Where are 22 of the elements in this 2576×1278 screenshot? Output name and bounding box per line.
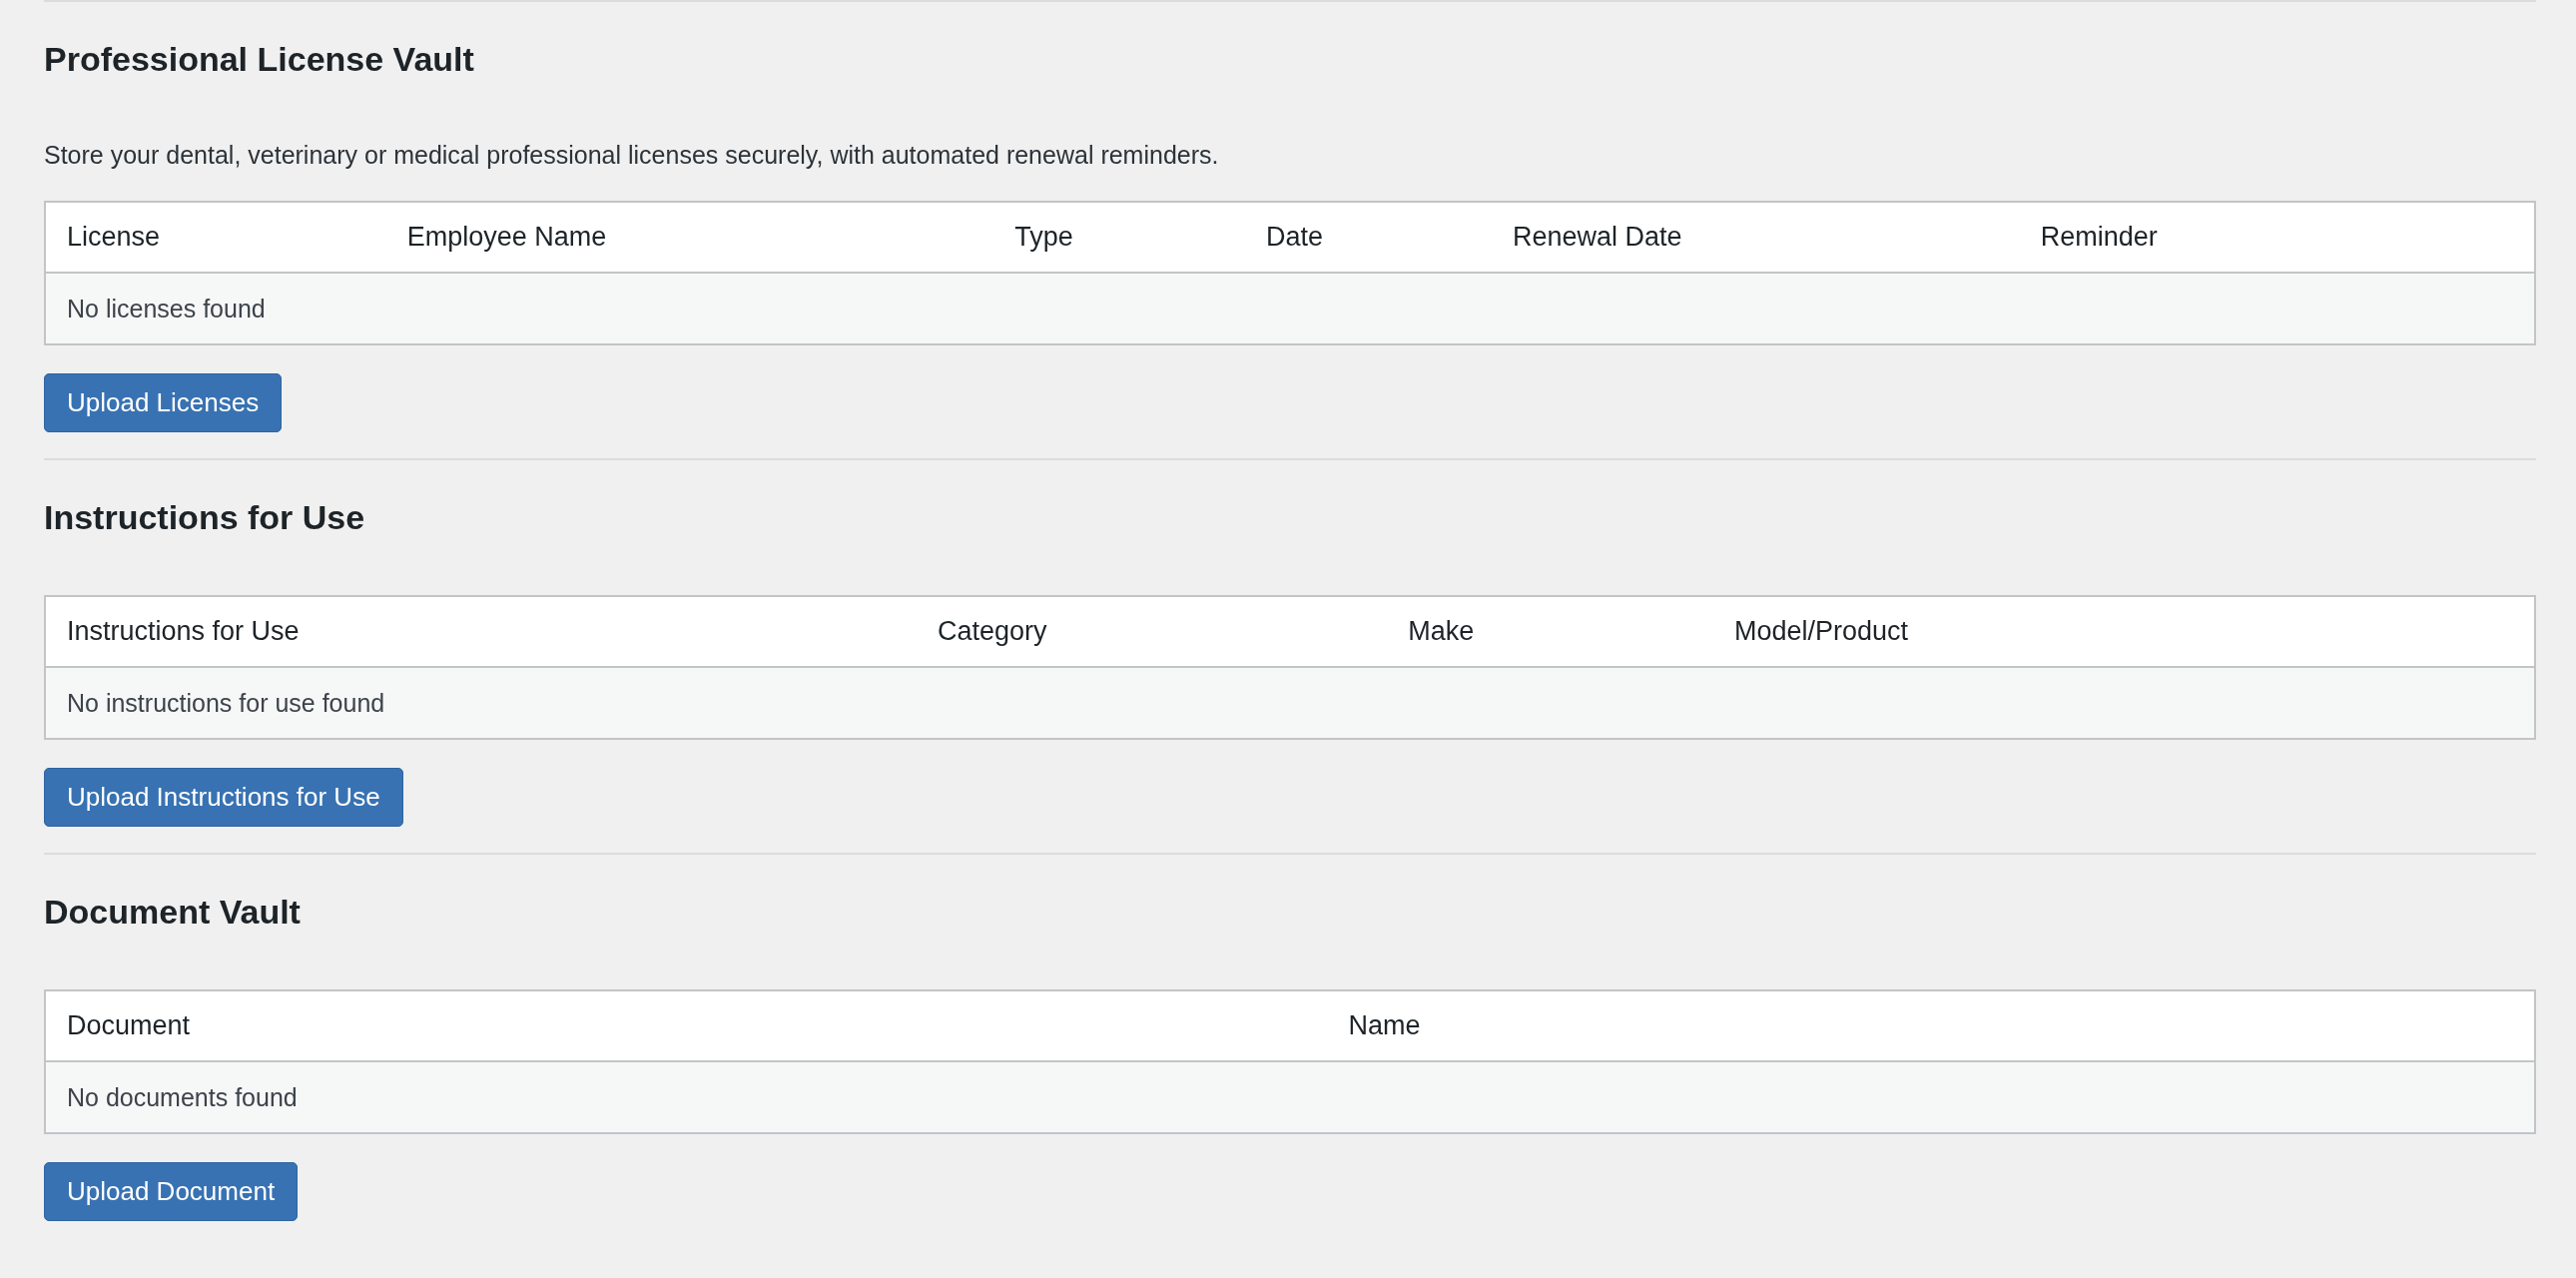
column-header: License: [45, 202, 386, 273]
section-title: Professional License Vault: [44, 39, 475, 79]
column-header: Renewal Date: [1492, 202, 2020, 273]
column-header: Type: [993, 202, 1246, 273]
upload-button[interactable]: Upload Document: [44, 1162, 299, 1221]
upload-button[interactable]: Upload Licenses: [44, 373, 283, 432]
empty-message: No instructions for use found: [45, 667, 2535, 739]
column-header: Employee Name: [385, 202, 994, 273]
empty-message: No documents found: [45, 1061, 2535, 1133]
section-title: Document Vault: [44, 892, 302, 932]
column-header: Make: [1387, 596, 1713, 667]
column-header: Name: [1327, 990, 2535, 1061]
section-title: Instructions for Use: [44, 497, 366, 537]
column-header: Category: [916, 596, 1388, 667]
column-header: Model/Product: [1712, 596, 2535, 667]
column-header: Reminder: [2019, 202, 2535, 273]
upload-button[interactable]: Upload Instructions for Use: [44, 768, 403, 827]
column-header: Instructions for Use: [45, 596, 917, 667]
column-header: Date: [1245, 202, 1492, 273]
column-header: Document: [45, 990, 1328, 1061]
empty-message: No licenses found: [45, 273, 2535, 344]
section-description: Store your dental, veterinary or medical professional licenses securely, with automated renewal reminders.: [44, 140, 1220, 171]
